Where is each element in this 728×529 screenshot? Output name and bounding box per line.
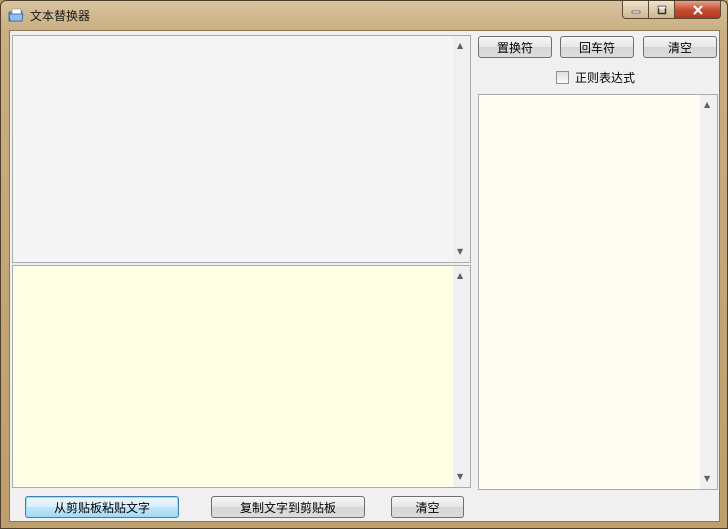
close-button[interactable] [675, 1, 721, 19]
minimize-icon [631, 10, 640, 13]
scroll-up-arrow-icon[interactable]: ▲ [457, 42, 463, 50]
regex-option[interactable]: 正则表达式 [556, 69, 635, 86]
result-scrollbar[interactable]: ▲ ▼ [453, 266, 470, 487]
maximize-button[interactable] [649, 1, 675, 19]
app-icon [8, 8, 24, 22]
return-char-button[interactable]: 回车符 [560, 36, 634, 58]
regex-label: 正则表达式 [575, 71, 636, 85]
window-title: 文本替换器 [30, 9, 91, 23]
scroll-down-arrow-icon[interactable]: ▼ [704, 475, 710, 483]
paste-from-clipboard-button[interactable]: 从剪贴板粘贴文字 [25, 496, 179, 518]
close-icon [692, 4, 703, 15]
maximize-icon [657, 5, 666, 14]
replace-rules-text-area[interactable]: ▲ ▼ [478, 94, 718, 490]
copy-to-clipboard-button[interactable]: 复制文字到剪贴板 [211, 496, 365, 518]
scroll-down-arrow-icon[interactable]: ▼ [457, 248, 463, 256]
source-scrollbar[interactable]: ▲ ▼ [453, 36, 470, 262]
regex-checkbox[interactable] [556, 71, 569, 84]
scroll-up-arrow-icon[interactable]: ▲ [457, 272, 463, 280]
clear-right-button[interactable]: 清空 [643, 36, 717, 58]
scroll-down-arrow-icon[interactable]: ▼ [457, 473, 463, 481]
scroll-up-arrow-icon[interactable]: ▲ [704, 101, 710, 109]
rules-scrollbar[interactable]: ▲ ▼ [700, 95, 717, 489]
app-window: 文本替换器 ▲ ▼ ▲ ▼ 置换符 回车符 清空 正则表达式 ▲ ▼ 从剪贴板粘… [0, 0, 728, 529]
client-area: ▲ ▼ ▲ ▼ 置换符 回车符 清空 正则表达式 ▲ ▼ 从剪贴板粘贴文字 复制… [9, 30, 720, 522]
source-text-area[interactable]: ▲ ▼ [12, 35, 471, 263]
title-bar[interactable]: 文本替换器 [1, 1, 727, 29]
result-text-area[interactable]: ▲ ▼ [12, 265, 471, 488]
clear-bottom-button[interactable]: 清空 [391, 496, 464, 518]
caption-buttons [622, 1, 721, 20]
replace-char-button[interactable]: 置换符 [478, 36, 552, 58]
minimize-button[interactable] [622, 1, 649, 19]
